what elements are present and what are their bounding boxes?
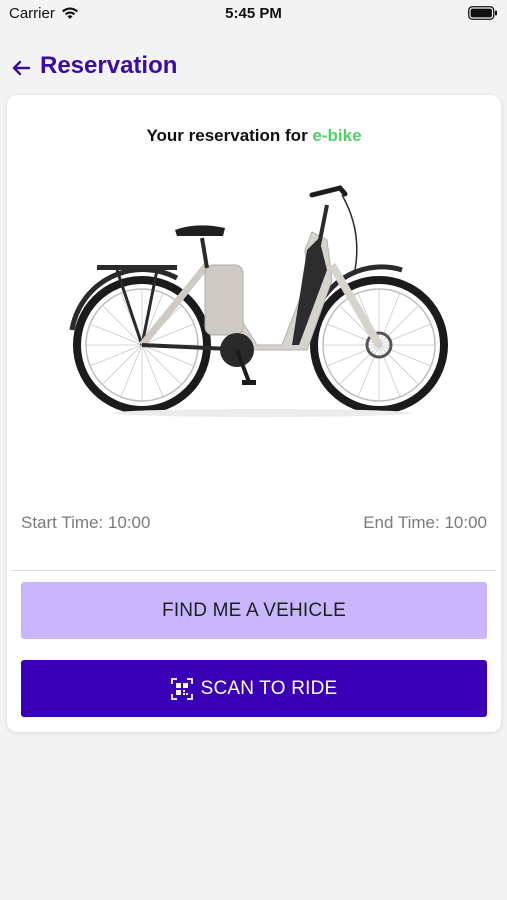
reservation-heading-prefix: Your reservation for [146, 126, 313, 145]
find-vehicle-label: FIND ME A VEHICLE [162, 599, 346, 621]
vehicle-type-label: e-bike [312, 126, 362, 145]
reservation-card: Your reservation for e-bike Start Time: … [7, 95, 501, 732]
e-bike-image [57, 170, 457, 420]
page-title: Reservation [40, 52, 178, 79]
find-vehicle-button[interactable]: FIND ME A VEHICLE [21, 582, 487, 639]
arrow-left-icon[interactable] [10, 57, 32, 79]
reservation-times: Start Time: 10:00 End Time: 10:00 [21, 513, 487, 533]
divider [12, 570, 496, 571]
start-time: Start Time: 10:00 [21, 513, 151, 532]
status-bar: Carrier 5:45 PM [0, 0, 507, 30]
scan-to-ride-button[interactable]: SCAN TO RIDE [21, 660, 487, 717]
battery-icon [468, 6, 498, 24]
scan-to-ride-label: SCAN TO RIDE [200, 677, 338, 699]
reservation-heading: Your reservation for e-bike [7, 126, 501, 146]
qr-code-icon [170, 677, 193, 700]
nav-header: Reservation [0, 44, 507, 88]
end-time: End Time: 10:00 [363, 513, 487, 532]
clock: 5:45 PM [225, 5, 282, 22]
